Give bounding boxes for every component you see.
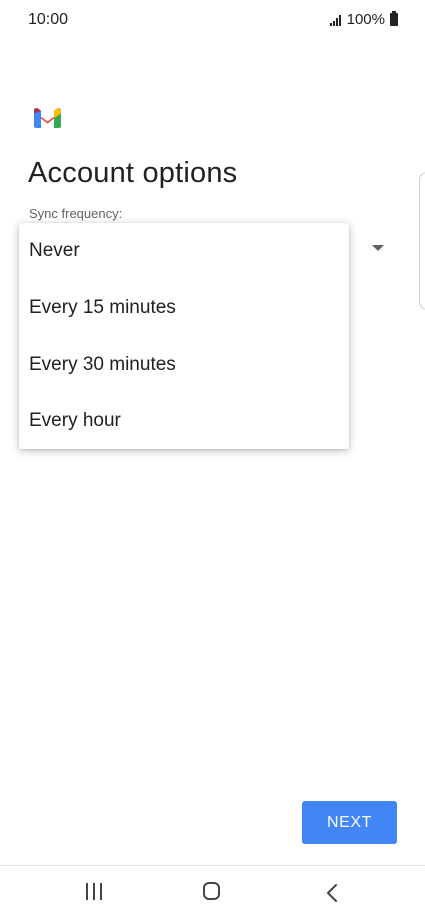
sync-frequency-menu: Never Every 15 minutes Every 30 minutes … (19, 223, 349, 449)
menu-item-every-30-minutes[interactable]: Every 30 minutes (19, 337, 349, 393)
status-time: 10:00 (28, 11, 69, 28)
back-icon[interactable] (322, 882, 342, 904)
dropdown-arrow-icon[interactable] (372, 245, 384, 251)
status-indicators: 100% (329, 11, 398, 28)
menu-item-never[interactable]: Never (19, 223, 349, 279)
battery-icon (390, 11, 398, 26)
menu-item-every-hour[interactable]: Every hour (19, 393, 349, 449)
battery-percentage: 100% (346, 11, 385, 28)
home-icon[interactable] (203, 882, 220, 900)
screen: 10:00 100% Account options Sync frequenc… (0, 0, 425, 922)
sync-frequency-label: Sync frequency: (29, 206, 123, 221)
gmail-logo-icon (34, 108, 61, 128)
signal-icon (329, 14, 341, 26)
menu-item-every-15-minutes[interactable]: Every 15 minutes (19, 280, 349, 336)
page-title: Account options (28, 157, 238, 189)
recents-icon[interactable] (84, 883, 104, 903)
status-bar: 10:00 100% (0, 0, 425, 44)
navigation-bar (0, 866, 425, 922)
next-button[interactable]: NEXT (302, 801, 397, 844)
side-scroll-handle[interactable] (419, 172, 425, 310)
